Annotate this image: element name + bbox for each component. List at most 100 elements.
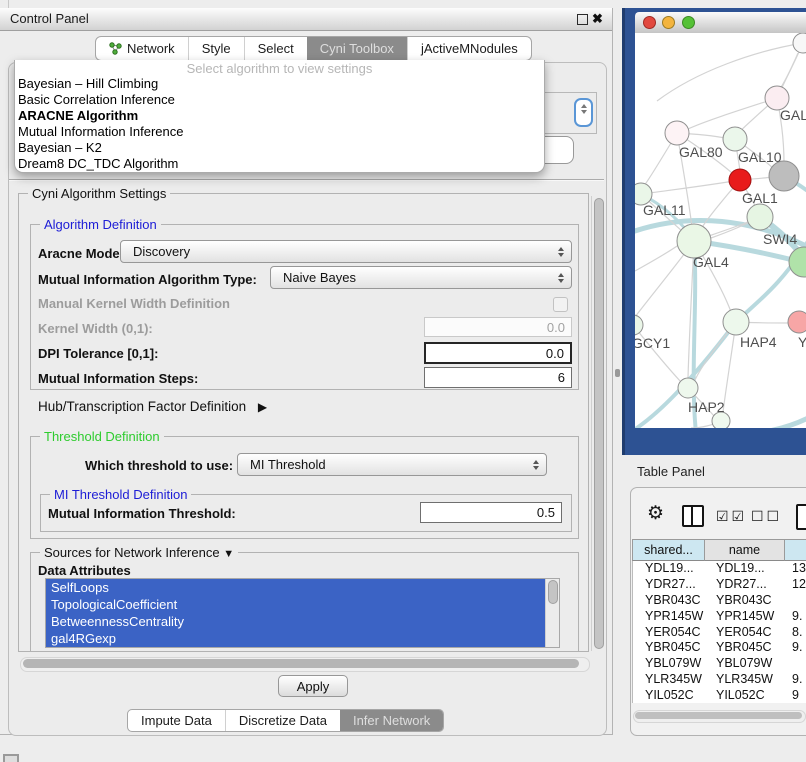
table-row[interactable]: YBL079WYBL079W [633,656,806,672]
table-cell[interactable] [786,593,806,609]
table-horizontal-scrollbar-thumb[interactable] [635,712,802,719]
network-node[interactable] [729,169,751,191]
table-row[interactable]: YLR345WYLR345W9. [633,672,806,688]
attributes-scrollbar[interactable] [545,579,559,647]
table-row[interactable]: YPR145WYPR145W9. [633,609,806,625]
table-cell[interactable]: YBR045C [706,640,786,656]
settings-horizontal-scrollbar-thumb[interactable] [23,659,579,668]
table-cell[interactable]: 13 [786,561,806,577]
tab-infer-network[interactable]: Infer Network [340,710,443,731]
table-cell[interactable]: YPR145W [633,609,706,625]
algorithm-option[interactable]: Bayesian – K2 [15,140,544,156]
sources-toggle[interactable]: Sources for Network Inference ▼ [40,545,238,560]
algorithm-option[interactable]: Basic Correlation Inference [15,92,544,108]
table-header-name[interactable]: name [705,539,785,561]
minimized-panel-icon[interactable] [3,754,19,762]
gear-icon[interactable]: ⚙ [647,503,664,525]
table-cell[interactable]: YDR27... [706,577,786,593]
table-cell[interactable]: YBL079W [706,656,786,672]
data-attribute-item[interactable]: gal4RGexp [46,630,546,647]
network-node[interactable] [769,161,799,191]
table-cell[interactable]: YPR145W [706,609,786,625]
table-cell[interactable] [786,656,806,672]
table-header-shared[interactable]: shared... [632,539,705,561]
table-row[interactable]: YDR27...YDR27...12 [633,577,806,593]
table-cell[interactable]: 9. [786,672,806,688]
network-node[interactable] [723,309,749,335]
hub-section-toggle[interactable]: Hub/Transcription Factor Definition ▶ [38,399,267,414]
table-cell[interactable]: YDL19... [706,561,786,577]
network-node[interactable] [747,204,773,230]
select-all-checkboxes-icon[interactable]: ☑☑ [716,507,747,525]
settings-horizontal-scrollbar[interactable] [20,657,590,672]
network-node[interactable] [788,311,806,333]
network-node[interactable] [678,378,698,398]
table-cell[interactable]: YBL079W [633,656,706,672]
table-row[interactable]: YDL19...YDL19...13 [633,561,806,577]
table-horizontal-scrollbar[interactable] [633,710,806,723]
table-cell[interactable]: YLR345W [706,672,786,688]
algorithm-option[interactable]: Bayesian – Hill Climbing [15,76,544,92]
data-attribute-item[interactable]: TopologicalCoefficient [46,596,546,613]
aracne-mode-combobox[interactable]: Discovery [120,240,572,263]
window-zoom-button[interactable] [682,16,695,29]
attributes-scrollbar-thumb[interactable] [548,580,558,604]
tab-network[interactable]: Network [96,37,188,60]
page-icon[interactable] [796,504,806,530]
table-cell[interactable]: 9 [786,688,806,703]
table-cell[interactable]: YDL19... [633,561,706,577]
table-cell[interactable]: 12 [786,577,806,593]
algorithm-dropdown[interactable]: Select algorithm to view settings Bayesi… [14,60,545,173]
apply-button[interactable]: Apply [278,675,348,697]
table-header-extra[interactable] [785,539,806,561]
tab-impute-data[interactable]: Impute Data [128,710,225,731]
focused-spinner-fragment[interactable] [574,98,593,127]
kernel-width-input[interactable]: 0.0 [424,317,572,337]
window-close-button[interactable] [643,16,656,29]
table-cell[interactable]: 9. [786,640,806,656]
algorithm-option[interactable]: Mutual Information Inference [15,124,544,140]
table-cell[interactable]: YLR345W [633,672,706,688]
network-node[interactable] [665,121,689,145]
manual-kernel-width-checkbox[interactable] [553,297,568,312]
network-canvas[interactable]: GALGAL80GAL10GAL1GAL11SWI4GAL4GCY1HAP4YH… [635,33,806,428]
algorithm-option[interactable]: ARACNE Algorithm [15,108,544,124]
table-cell[interactable]: YIL052C [633,688,706,703]
table-cell[interactable]: YDR27... [633,577,706,593]
data-attribute-item[interactable]: SelfLoops [46,579,546,596]
mi-algorithm-type-combobox[interactable]: Naive Bayes [270,266,572,289]
columns-icon[interactable] [682,505,704,527]
network-window-titlebar[interactable] [635,12,806,34]
tab-style[interactable]: Style [188,37,244,60]
table-cell[interactable]: 8. [786,625,806,641]
data-attribute-item[interactable]: BetweennessCentrality [46,613,546,630]
data-attributes-list[interactable]: SelfLoopsTopologicalCoefficientBetweenne… [45,578,560,648]
network-node[interactable] [789,247,806,277]
table-cell[interactable]: YER054C [633,625,706,641]
which-threshold-combobox[interactable]: MI Threshold [237,453,547,476]
algorithm-option[interactable]: Dream8 DC_TDC Algorithm [15,156,544,172]
network-node[interactable] [723,127,747,151]
dpi-tolerance-input[interactable]: 0.0 [424,342,572,364]
tab-select[interactable]: Select [244,37,307,60]
mi-steps-input[interactable]: 6 [424,367,572,388]
network-node[interactable] [793,33,806,53]
mi-threshold-input[interactable]: 0.5 [420,502,562,523]
tab-discretize-data[interactable]: Discretize Data [225,710,340,731]
settings-vertical-scrollbar-thumb[interactable] [594,198,604,649]
panel-splitter-handle[interactable] [615,369,620,377]
tab-jactivemnodules[interactable]: jActiveMNodules [407,37,531,60]
table-row[interactable]: YBR045CYBR045C9. [633,640,806,656]
window-minimize-button[interactable] [662,16,675,29]
table-cell[interactable]: YBR045C [633,640,706,656]
table-row[interactable]: YER054CYER054C8. [633,625,806,641]
tab-cyni-toolbox[interactable]: Cyni Toolbox [307,37,407,60]
deselect-all-checkboxes-icon[interactable]: ☐☐ [751,507,782,525]
close-icon[interactable]: ✖ [592,8,603,30]
table-cell[interactable]: 9. [786,609,806,625]
table-cell[interactable]: YBR043C [706,593,786,609]
network-node[interactable] [635,315,643,335]
table-row[interactable]: YIL052CYIL052C9 [633,688,806,703]
table-cell[interactable]: YER054C [706,625,786,641]
settings-vertical-scrollbar[interactable] [591,196,605,651]
